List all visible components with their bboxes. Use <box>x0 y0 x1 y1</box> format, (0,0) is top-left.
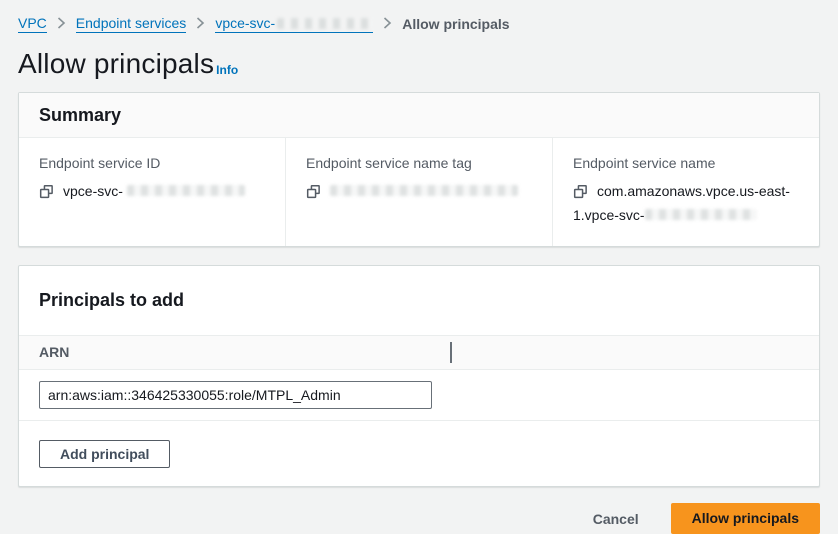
summary-field-endpoint-service-id: Endpoint service ID vpce-svc- <box>19 138 285 246</box>
copy-icon[interactable] <box>306 184 321 205</box>
copy-icon[interactable] <box>573 184 588 205</box>
summary-card: Summary Endpoint service ID vpce-svc- En… <box>18 92 820 247</box>
copy-icon[interactable] <box>39 184 54 205</box>
redacted-text <box>277 18 373 29</box>
cancel-button[interactable]: Cancel <box>587 510 645 528</box>
arn-column-header-row: ARN <box>19 336 819 370</box>
field-value: vpce-svc- <box>39 181 265 205</box>
add-principal-row: Add principal <box>19 421 819 486</box>
arn-column-header: ARN <box>39 344 69 360</box>
breadcrumb-item-current: Allow principals <box>402 16 509 32</box>
chevron-right-icon <box>57 16 66 32</box>
field-value: com.amazonaws.vpce.us-east-1.vpce-svc- <box>573 181 799 226</box>
column-resize-handle[interactable] <box>450 342 452 363</box>
summary-field-endpoint-service-name: Endpoint service name com.amazonaws.vpce… <box>552 138 819 246</box>
summary-grid: Endpoint service ID vpce-svc- Endpoint s… <box>19 138 819 246</box>
breadcrumb-item-vpc[interactable]: VPC <box>18 15 47 33</box>
field-value <box>306 181 532 205</box>
principals-heading: Principals to add <box>39 289 799 311</box>
allow-principals-button[interactable]: Allow principals <box>671 503 820 534</box>
summary-field-endpoint-service-name-tag: Endpoint service name tag <box>285 138 552 246</box>
chevron-right-icon <box>383 16 392 32</box>
summary-heading: Summary <box>39 104 799 126</box>
field-value-text: vpce-svc- <box>63 183 123 199</box>
redacted-text <box>330 185 518 196</box>
redacted-text <box>645 209 757 220</box>
arn-input[interactable] <box>39 381 432 409</box>
page: VPC Endpoint services vpce-svc- Allow pr… <box>0 0 838 534</box>
field-label: Endpoint service ID <box>39 154 265 172</box>
breadcrumb-item-endpoint-services[interactable]: Endpoint services <box>76 15 187 33</box>
breadcrumb-item-service-id[interactable]: vpce-svc- <box>215 15 373 33</box>
arn-input-row <box>19 370 819 421</box>
page-title-row: Allow principals Info <box>18 48 820 80</box>
chevron-right-icon <box>196 16 205 32</box>
principals-card-header: Principals to add <box>19 266 819 336</box>
field-label: Endpoint service name tag <box>306 154 532 172</box>
summary-card-header: Summary <box>19 93 819 138</box>
breadcrumb: VPC Endpoint services vpce-svc- Allow pr… <box>18 14 820 34</box>
add-principal-button[interactable]: Add principal <box>39 440 170 468</box>
footer-actions: Cancel Allow principals <box>18 503 820 534</box>
field-label: Endpoint service name <box>573 154 799 172</box>
principals-card: Principals to add ARN Add principal <box>18 265 820 487</box>
page-title: Allow principals <box>18 48 214 80</box>
info-link[interactable]: Info <box>216 63 238 80</box>
breadcrumb-service-id-text: vpce-svc- <box>215 15 275 32</box>
redacted-text <box>127 185 245 196</box>
